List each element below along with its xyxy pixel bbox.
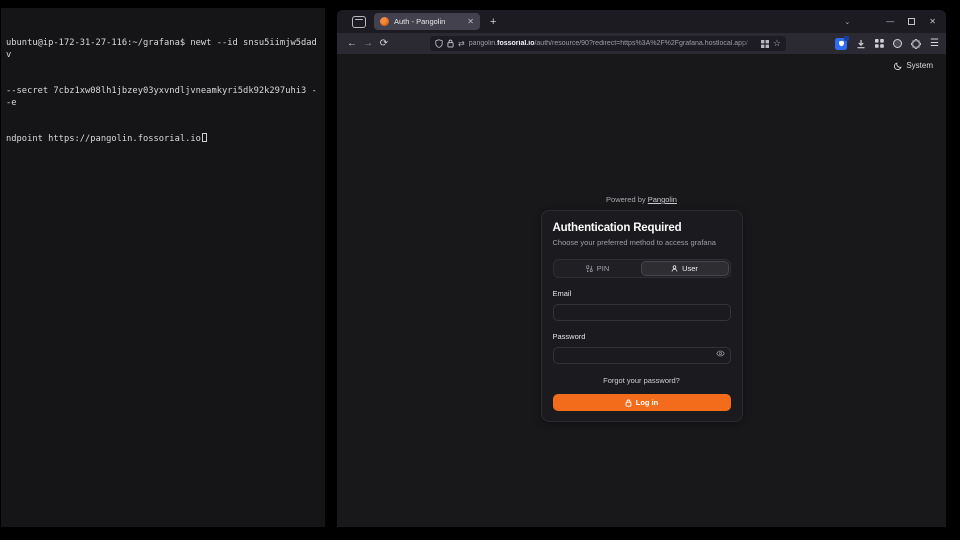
browser-tabbar: Auth - Pangolin ✕ + ⌄ — ✕ (337, 10, 946, 33)
user-icon (671, 265, 678, 272)
terminal-line: --secret 7cbz1xw08lh1jbzey03yxvndljvneam… (6, 85, 320, 109)
privacy-extension-icon[interactable] (893, 39, 902, 48)
powered-by: Powered by Pangolin (606, 195, 677, 204)
window-close-button[interactable]: ✕ (929, 17, 936, 26)
show-password-eye-icon[interactable] (716, 349, 725, 358)
pin-keypad-icon (586, 265, 593, 272)
back-button[interactable]: ← (344, 38, 360, 49)
login-lock-icon (625, 399, 632, 407)
forward-button[interactable]: → (360, 38, 376, 49)
extension-badge (844, 36, 849, 41)
menu-hamburger-icon[interactable]: ☰ (930, 38, 939, 49)
extensions-puzzle-icon[interactable] (911, 39, 921, 49)
browser-window: Auth - Pangolin ✕ + ⌄ — ✕ ← → ⟳ (337, 10, 946, 527)
reload-button[interactable]: ⟳ (376, 38, 392, 49)
tab-user-label: User (682, 264, 698, 273)
bookmark-star-icon[interactable]: ☆ (773, 38, 781, 49)
card-title: Authentication Required (553, 222, 731, 234)
forgot-password-link[interactable]: Forgot your password? (553, 376, 731, 385)
account-containers-icon[interactable] (875, 39, 884, 48)
window-minimize-button[interactable]: — (886, 17, 894, 26)
login-button-label: Log in (636, 398, 659, 407)
login-button[interactable]: Log in (553, 394, 731, 411)
terminal-window[interactable]: ubuntu@ip-172-31-27-116:~/grafana$ newt … (1, 8, 325, 527)
terminal-line: ndpoint https://pangolin.fossorial.io (6, 133, 320, 145)
new-tab-button[interactable]: + (490, 16, 496, 28)
tab-title: Auth - Pangolin (394, 17, 462, 26)
tab-pin[interactable]: PIN (555, 261, 641, 276)
password-label: Password (553, 332, 731, 341)
moon-icon (894, 62, 902, 70)
pangolin-favicon-icon (380, 17, 389, 26)
email-label: Email (553, 289, 731, 298)
container-switch-icon[interactable]: ⇄ (458, 39, 465, 48)
toolbar-extensions: ☰ (835, 38, 939, 50)
downloads-icon[interactable] (856, 39, 866, 49)
tab-pin-label: PIN (597, 264, 610, 273)
auth-method-tabs: PIN User (553, 259, 731, 278)
tab-user[interactable]: User (641, 261, 729, 276)
password-manager-extension-icon[interactable] (835, 38, 847, 50)
card-subtitle: Choose your preferred method to access g… (553, 238, 731, 247)
browser-toolbar: ← → ⟳ ⇄ pangolin.fossorial.io/auth/resou… (337, 33, 946, 54)
window-maximize-button[interactable] (908, 18, 915, 25)
firefox-view-icon[interactable] (352, 16, 366, 28)
tracking-protection-shield-icon[interactable] (435, 39, 443, 48)
auth-page: System Powered by Pangolin Authenticatio… (337, 54, 946, 527)
grid-shortcut-icon[interactable] (761, 40, 769, 48)
terminal-line: ubuntu@ip-172-31-27-116:~/grafana$ newt … (6, 37, 320, 61)
theme-label: System (906, 61, 933, 70)
desktop: ubuntu@ip-172-31-27-116:~/grafana$ newt … (0, 0, 960, 540)
browser-tab-auth-pangolin[interactable]: Auth - Pangolin ✕ (374, 13, 480, 30)
email-field[interactable] (553, 304, 731, 321)
url-bar[interactable]: ⇄ pangolin.fossorial.io/auth/resource/90… (430, 36, 786, 51)
url-text: pangolin.fossorial.io/auth/resource/90?r… (469, 40, 757, 47)
padlock-icon[interactable] (447, 39, 454, 48)
pangolin-link[interactable]: Pangolin (648, 195, 677, 204)
tab-close-icon[interactable]: ✕ (467, 17, 474, 26)
theme-toggle[interactable]: System (894, 61, 933, 70)
tab-list-chevron-icon[interactable]: ⌄ (844, 18, 850, 26)
terminal-cursor (202, 133, 207, 142)
password-field[interactable] (553, 347, 731, 364)
auth-card: Authentication Required Choose your pref… (541, 210, 743, 422)
